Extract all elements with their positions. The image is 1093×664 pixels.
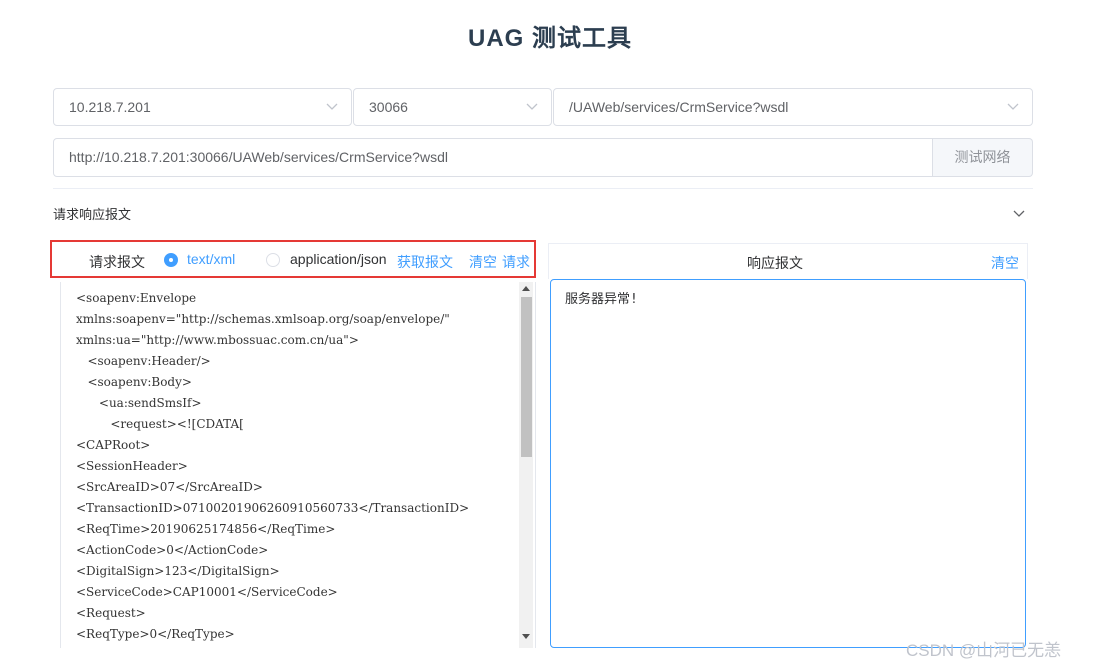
request-toolbar: 请求报文 text/xml application/json 获取报文 清空 请…: [50, 240, 536, 278]
code-line: <soapenv:Envelope: [76, 291, 197, 305]
scrollbar-thumb[interactable]: [521, 297, 532, 457]
chevron-down-icon: [526, 103, 538, 110]
response-toolbar: 响应报文 清空: [548, 243, 1028, 279]
clear-request-link[interactable]: 清空: [469, 252, 497, 272]
code-line: <TransactionID>07100201906260910560733</…: [76, 501, 470, 515]
radio-application-json[interactable]: [266, 253, 280, 267]
port-select[interactable]: 30066: [353, 88, 552, 126]
code-line: <soapenv:Header/>: [76, 354, 211, 368]
chevron-down-icon: [326, 103, 338, 110]
code-line: <ReqType>0</ReqType>: [76, 627, 235, 641]
service-select[interactable]: /UAWeb/services/CrmService?wsdl: [553, 88, 1033, 126]
response-label: 响应报文: [747, 255, 803, 271]
port-select-value: 30066: [369, 99, 408, 115]
url-input[interactable]: http://10.218.7.201:30066/UAWeb/services…: [53, 138, 933, 177]
host-select-value: 10.218.7.201: [69, 99, 151, 115]
radio-label-application-json[interactable]: application/json: [290, 251, 387, 267]
code-line: xmlns:soapenv="http://schemas.xmlsoap.or…: [76, 312, 450, 326]
service-select-value: /UAWeb/services/CrmService?wsdl: [569, 99, 789, 115]
scroll-up-arrow-icon[interactable]: [522, 286, 530, 291]
code-line: <SessionHeader>: [76, 459, 188, 473]
request-label: 请求报文: [89, 254, 145, 270]
scroll-down-arrow-icon[interactable]: [522, 634, 530, 639]
chevron-down-icon[interactable]: [1012, 206, 1026, 220]
code-line: <CAPRoot>: [76, 438, 151, 452]
code-line: <soapenv:Body>: [76, 375, 192, 389]
page-title: UAG 测试工具: [468, 25, 632, 52]
code-line: xmlns:ua="http://www.mbossuac.com.cn/ua"…: [76, 333, 359, 347]
response-body-textarea[interactable]: 服务器异常!: [550, 279, 1026, 648]
host-select[interactable]: 10.218.7.201: [53, 88, 352, 126]
code-line: <DigitalSign>123</DigitalSign>: [76, 564, 280, 578]
request-body-editor[interactable]: <soapenv:Envelope xmlns:soapenv="http://s…: [60, 282, 536, 648]
collapse-title[interactable]: 请求响应报文: [53, 204, 131, 223]
code-line: <ActionCode>0</ActionCode>: [76, 543, 269, 557]
code-line: <SrcAreaID>07</SrcAreaID>: [76, 480, 263, 494]
code-line: <ServiceCode>CAP10001</ServiceCode>: [76, 585, 338, 599]
request-body-code: <soapenv:Envelope xmlns:soapenv="http://s…: [76, 288, 516, 645]
chevron-down-icon: [1007, 103, 1019, 110]
code-line: <ua:sendSmsIf>: [76, 396, 202, 410]
clear-response-link[interactable]: 清空: [991, 253, 1019, 273]
divider: [53, 188, 1033, 189]
code-line: <Request>: [76, 606, 146, 620]
fetch-message-link[interactable]: 获取报文: [397, 252, 453, 272]
radio-text-xml[interactable]: [164, 253, 178, 267]
radio-label-text-xml[interactable]: text/xml: [187, 251, 235, 267]
code-line: <request><![CDATA[: [76, 417, 244, 431]
watermark: CSDN @山河已无恙: [906, 641, 1062, 660]
code-line: <ReqTime>20190625174856</ReqTime>: [76, 522, 336, 536]
send-request-link[interactable]: 请求: [502, 252, 530, 272]
test-network-button[interactable]: 测试网络: [933, 138, 1033, 177]
